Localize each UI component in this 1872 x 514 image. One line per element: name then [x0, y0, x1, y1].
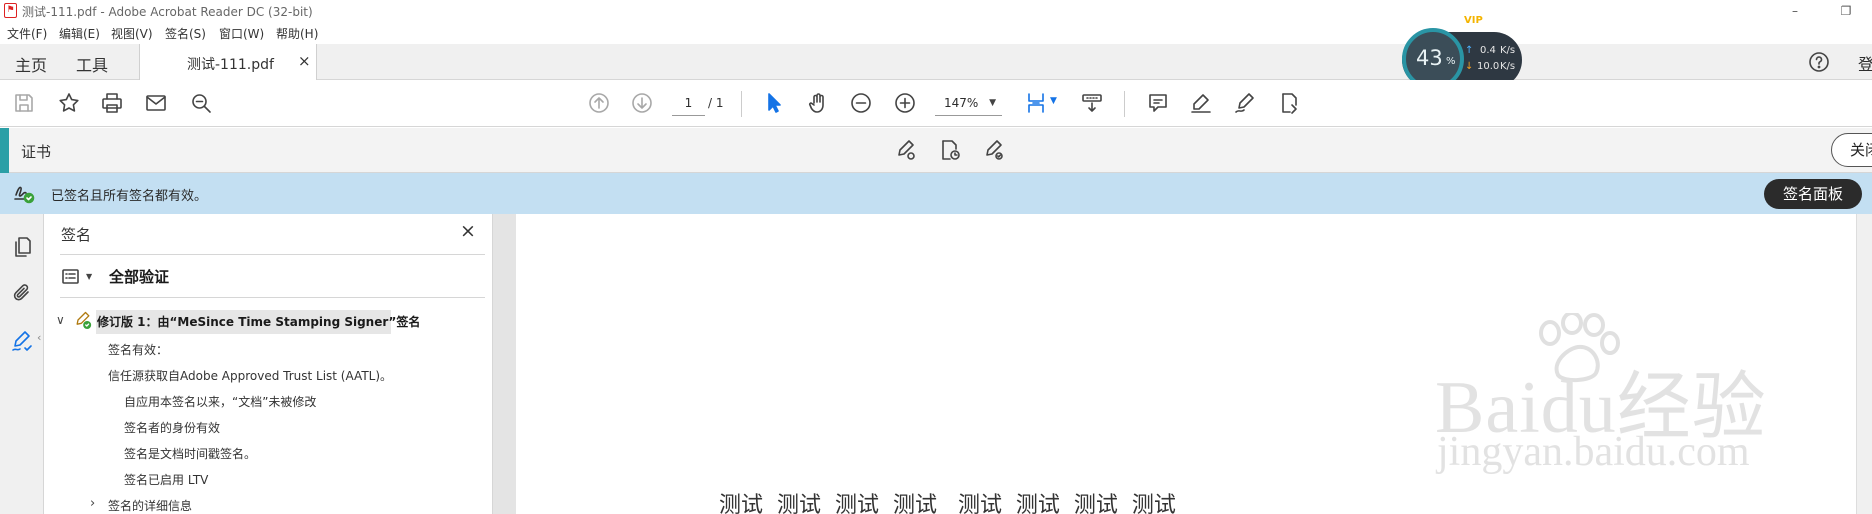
- zoom-level-select[interactable]: 147% ▼: [935, 92, 1002, 116]
- upload-unit: K/s: [1500, 45, 1516, 56]
- digitally-sign-icon[interactable]: [892, 136, 920, 164]
- zoom-out-icon[interactable]: [847, 89, 875, 117]
- rail-pointer-icon: ‹: [37, 331, 42, 344]
- page-total: / 1: [708, 96, 724, 110]
- restore-button[interactable]: ❐: [1831, 1, 1861, 21]
- hand-tool-icon[interactable]: [804, 89, 832, 117]
- detail-trust-source: 信任源获取自Adobe Approved Trust List (AATL)。: [108, 369, 393, 383]
- signature-panel-button[interactable]: 签名面板: [1764, 179, 1862, 209]
- toolbar-divider: [741, 91, 742, 117]
- options-chevron-down-icon[interactable]: ▼: [86, 272, 92, 281]
- select-cursor-icon[interactable]: [760, 89, 788, 117]
- toolbar-divider: [1124, 91, 1125, 117]
- menu-sign[interactable]: 签名(S): [165, 25, 206, 42]
- save-icon[interactable]: [10, 89, 38, 117]
- detail-ltv-enabled: 签名已启用 LTV: [124, 473, 209, 487]
- timestamp-icon[interactable]: [936, 136, 964, 164]
- bookmark-star-icon[interactable]: [55, 89, 83, 117]
- collapse-chevron-icon[interactable]: ∨: [56, 313, 65, 327]
- panel-divider: [60, 254, 485, 255]
- menu-file[interactable]: 文件(F): [7, 25, 47, 42]
- signature-valid-icon: [10, 179, 38, 207]
- panel-divider: [60, 297, 485, 298]
- highlight-pen-icon[interactable]: [1187, 89, 1215, 117]
- page-thumbnails-icon[interactable]: [8, 233, 36, 261]
- tab-home[interactable]: 主页: [15, 52, 47, 76]
- certificates-title: 证书: [21, 143, 52, 161]
- fill-sign-icon[interactable]: [1231, 89, 1259, 117]
- comment-icon[interactable]: [1144, 89, 1172, 117]
- tab-document[interactable]: 测试-111.pdf ×: [139, 44, 317, 81]
- detail-signature-valid: 签名有效：: [108, 343, 169, 357]
- tab-tools[interactable]: 工具: [76, 52, 108, 76]
- usage-percent-sign: %: [1446, 56, 1456, 67]
- revision-title: 修订版 1：由“MeSince Time Stamping Signer”签名: [97, 315, 421, 329]
- scroll-mode-icon[interactable]: [1078, 89, 1106, 117]
- close-panel-icon[interactable]: ×: [460, 220, 476, 242]
- menu-window[interactable]: 窗口(W): [219, 25, 264, 42]
- certificates-accent-bar: [0, 128, 9, 173]
- menu-help[interactable]: 帮助(H): [276, 25, 318, 42]
- help-icon[interactable]: [1805, 48, 1833, 76]
- detail-document-unmodified: 自应用本签名以来，“文档”未被修改: [124, 395, 317, 409]
- window-title: 测试-111.pdf - Adobe Acrobat Reader DC (32…: [22, 5, 313, 19]
- signature-status-text: 已签名且所有签名都有效。: [51, 189, 208, 204]
- document-text: 测试 测试 测试 测试 测试 测试 测试 测试: [719, 493, 1176, 514]
- signature-status-banner: [0, 173, 1872, 214]
- more-tools-icon[interactable]: [1275, 89, 1303, 117]
- menu-view[interactable]: 视图(V): [111, 25, 153, 42]
- verify-all-button[interactable]: 全部验证: [109, 266, 169, 287]
- download-rate: 10.0: [1477, 61, 1500, 72]
- usage-percent: 43: [1416, 46, 1443, 70]
- zoom-in-icon[interactable]: [891, 89, 919, 117]
- find-icon[interactable]: [187, 89, 215, 117]
- document-tab-label: 测试-111.pdf: [187, 57, 274, 73]
- signatures-panel: [45, 214, 492, 514]
- detail-signer-identity: 签名者的身份有效: [124, 421, 221, 435]
- fit-dropdown-chevron-icon[interactable]: ▼: [1050, 96, 1057, 106]
- validate-signatures-icon[interactable]: [980, 136, 1008, 164]
- sign-in-link[interactable]: 登: [1858, 51, 1872, 75]
- close-tab-icon[interactable]: ×: [298, 52, 311, 70]
- download-arrow-icon: ↓: [1465, 61, 1474, 72]
- close-certificates-button[interactable]: 关闭: [1831, 133, 1872, 167]
- upload-rate: 0.4: [1480, 45, 1496, 56]
- vip-crown-icon: VIP: [1464, 15, 1483, 26]
- attachments-icon[interactable]: [8, 279, 36, 307]
- menu-edit[interactable]: 编辑(E): [59, 25, 100, 42]
- expand-chevron-icon[interactable]: ›: [90, 496, 95, 511]
- panel-title: 签名: [61, 226, 92, 244]
- signature-revision-icon: [72, 309, 94, 331]
- minimize-button[interactable]: –: [1780, 1, 1810, 21]
- zoom-level-value: 147%: [944, 96, 979, 110]
- email-icon[interactable]: [142, 89, 170, 117]
- vertical-scrollbar[interactable]: [1856, 214, 1872, 514]
- watermark-url: jingyan.baidu.com: [1437, 429, 1750, 475]
- panel-splitter[interactable]: [492, 214, 516, 514]
- signatures-panel-icon[interactable]: [8, 327, 36, 355]
- previous-page-icon[interactable]: [585, 89, 613, 117]
- upload-arrow-icon: ↑: [1465, 45, 1474, 56]
- download-unit: K/s: [1500, 61, 1516, 72]
- title-bar: ⚑ 测试-111.pdf - Adobe Acrobat Reader DC (…: [0, 0, 1872, 22]
- chevron-down-icon: ▼: [989, 98, 996, 108]
- detail-timestamp-signature: 签名是文档时间戳签名。: [124, 447, 257, 461]
- page-number-input[interactable]: 1: [672, 92, 705, 116]
- signature-details-link[interactable]: 签名的详细信息: [108, 497, 192, 514]
- print-icon[interactable]: [98, 89, 126, 117]
- options-menu-icon[interactable]: [58, 263, 86, 291]
- fit-page-icon[interactable]: [1022, 89, 1050, 117]
- pdf-app-icon: ⚑: [4, 3, 17, 18]
- next-page-icon[interactable]: [628, 89, 656, 117]
